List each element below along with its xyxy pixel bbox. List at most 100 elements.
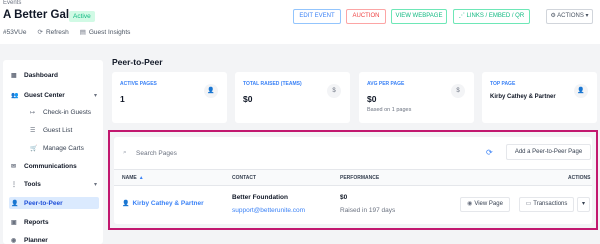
status-badge: Active: [69, 11, 95, 22]
column-header-name[interactable]: NAME ▲: [122, 175, 144, 181]
view-webpage-button[interactable]: VIEW WEBPAGE: [391, 9, 447, 24]
list-icon: ☰: [30, 128, 36, 134]
sidebar-item-label: Communications: [24, 163, 77, 170]
sidebar-item-label: Check-in Guests: [43, 109, 92, 116]
sidebar-item-label: Guest Center: [24, 92, 65, 99]
stat-card-top-page: TOP PAGE Kirby Cathey & Partner 👤: [482, 72, 597, 123]
section-title: Peer-to-Peer: [112, 57, 163, 67]
user-plus-icon: 👤: [204, 84, 218, 98]
refresh-icon: ⟳: [37, 29, 43, 36]
view-page-label: View Page: [474, 201, 503, 207]
checkin-icon: ↦: [30, 110, 36, 116]
edit-event-button[interactable]: EDIT EVENT: [293, 9, 341, 24]
tools-icon: ⋮: [11, 182, 17, 188]
insights-icon: ▤: [79, 29, 86, 36]
amount-raised: $0: [340, 194, 348, 201]
sort-ascending-icon: ▲: [138, 175, 144, 181]
stat-value: $0: [243, 94, 253, 104]
user-plus-icon: 👤: [574, 84, 588, 98]
row-more-dropdown[interactable]: ▾: [577, 197, 590, 212]
links-embed-qr-label: LINKS / EMBED / QR: [466, 13, 525, 19]
cart-icon: 🛒: [30, 146, 38, 152]
stat-card-avg-per-page: AVG PER PAGE $0 Based on 1 pages $: [359, 72, 474, 123]
page-name-label: Kirby Cathey & Partner: [132, 200, 204, 207]
guest-insights-label: Guest Insights: [88, 28, 131, 36]
sidebar-item-label: Reports: [24, 219, 49, 226]
chevron-down-icon: ▾: [581, 201, 585, 207]
sidebar-item-label: Dashboard: [24, 72, 58, 79]
refresh-icon[interactable]: ⟳: [486, 148, 493, 157]
receipt-icon: ▭: [525, 201, 532, 207]
refresh-link[interactable]: ⟳ Refresh: [37, 28, 69, 37]
user-plus-icon: 👤: [122, 201, 130, 207]
chevron-down-icon: ▾: [583, 13, 589, 19]
sidebar-item-peer-to-peer[interactable]: 👤 Peer-to-Peer: [9, 197, 99, 209]
stat-card-active-pages: ACTIVE PAGES 1 👤: [112, 72, 227, 123]
search-icon: ⌕: [123, 149, 127, 156]
event-code: #53VUe: [3, 29, 27, 36]
stat-value: $0: [367, 94, 377, 104]
sidebar-item-communications[interactable]: ✉ Communications: [11, 163, 99, 170]
chevron-down-icon: ▾: [93, 93, 97, 99]
sidebar-item-guest-center[interactable]: 👥 Guest Center ▾: [11, 92, 99, 99]
contact-email-link[interactable]: support@betterunite.com: [232, 207, 305, 214]
auction-button[interactable]: AUCTION: [346, 9, 386, 24]
column-header-actions: ACTIONS: [568, 175, 591, 181]
page-title: A Better Gala: [3, 9, 76, 21]
column-label: NAME: [122, 175, 137, 181]
event-header: Events A Better Gala Active #53VUe ⟳ Refr…: [0, 0, 600, 44]
sidebar-item-label: Planner: [24, 237, 48, 244]
chevron-down-icon: ▾: [93, 182, 97, 188]
peer-pages-table-card: ⌕ ⟳ Add a Peer-to-Peer Page NAME▲ CONTAC…: [114, 137, 592, 224]
sidebar-item-label: Guest List: [43, 127, 73, 134]
links-embed-qr-button[interactable]: ⋰ LINKS / EMBED / QR: [453, 9, 530, 24]
dollar-icon: $: [451, 84, 465, 98]
event-meta-row: #53VUe ⟳ Refresh ▤ Guest Insights: [3, 28, 141, 37]
sidebar-item-reports[interactable]: ▣ Reports: [11, 219, 99, 226]
eye-icon: ◉: [467, 201, 473, 207]
stat-label: TOTAL RAISED (TEAMS): [243, 81, 302, 87]
stat-value: Kirby Cathey & Partner: [490, 94, 556, 100]
people-icon: 👤: [11, 200, 19, 207]
sidebar-item-label: Manage Carts: [43, 145, 84, 152]
guest-insights-link[interactable]: ▤ Guest Insights: [79, 28, 131, 37]
column-header-performance: PERFORMANCE: [340, 175, 380, 181]
peer-pages-panel: ⌕ ⟳ Add a Peer-to-Peer Page NAME▲ CONTAC…: [108, 130, 598, 230]
refresh-label: Refresh: [45, 28, 69, 36]
stat-label: AVG PER PAGE: [367, 81, 405, 87]
page-name-link[interactable]: 👤 Kirby Cathey & Partner: [122, 200, 204, 207]
chat-icon: ✉: [11, 164, 17, 170]
contact-name: Better Foundation: [232, 194, 288, 201]
sidebar: ▦ Dashboard 👥 Guest Center ▾ ↦ Check-in Gues…: [3, 60, 103, 244]
stat-label: TOP PAGE: [490, 81, 516, 87]
table-header: NAME ▲ CONTACT PERFORMANCE ACTIONS: [114, 169, 592, 186]
stat-card-total-raised: TOTAL RAISED (TEAMS) $0 $: [235, 72, 350, 123]
sidebar-item-tools[interactable]: ⋮ Tools ▾: [11, 181, 99, 188]
sidebar-item-dashboard[interactable]: ▦ Dashboard: [11, 72, 99, 79]
breadcrumb[interactable]: Events: [3, 0, 21, 6]
stat-value: 1: [120, 94, 125, 104]
search-input[interactable]: [136, 147, 286, 159]
add-peer-page-button[interactable]: Add a Peer-to-Peer Page: [506, 144, 591, 160]
dollar-icon: $: [327, 84, 341, 98]
sidebar-item-guest-list[interactable]: ☰ Guest List: [30, 127, 118, 134]
sidebar-item-label: Tools: [24, 181, 41, 188]
actions-dropdown[interactable]: ⚙ ACTIONS ▾: [546, 9, 593, 24]
view-page-button[interactable]: ◉ View Page: [460, 197, 510, 212]
planner-icon: ◉: [11, 238, 17, 244]
stat-label: ACTIVE PAGES: [120, 81, 157, 87]
column-header-contact: CONTACT: [232, 175, 257, 181]
sidebar-item-label: Peer-to-Peer: [24, 199, 63, 207]
report-icon: ▣: [11, 220, 17, 226]
raised-duration: Raised in 197 days: [340, 207, 396, 214]
actions-label: ACTIONS: [557, 13, 584, 19]
users-icon: 👥: [11, 93, 19, 99]
transactions-button[interactable]: ▭ Transactions: [519, 197, 574, 212]
stat-note: Based on 1 pages: [367, 107, 412, 113]
sidebar-item-planner[interactable]: ◉ Planner: [11, 237, 99, 244]
sidebar-item-manage-carts[interactable]: 🛒 Manage Carts: [30, 145, 118, 152]
event-code-label: #53VUe: [3, 28, 27, 36]
transactions-label: Transactions: [533, 201, 568, 207]
grid-icon: ▦: [11, 73, 17, 79]
sidebar-item-check-in-guests[interactable]: ↦ Check-in Guests: [30, 109, 118, 116]
